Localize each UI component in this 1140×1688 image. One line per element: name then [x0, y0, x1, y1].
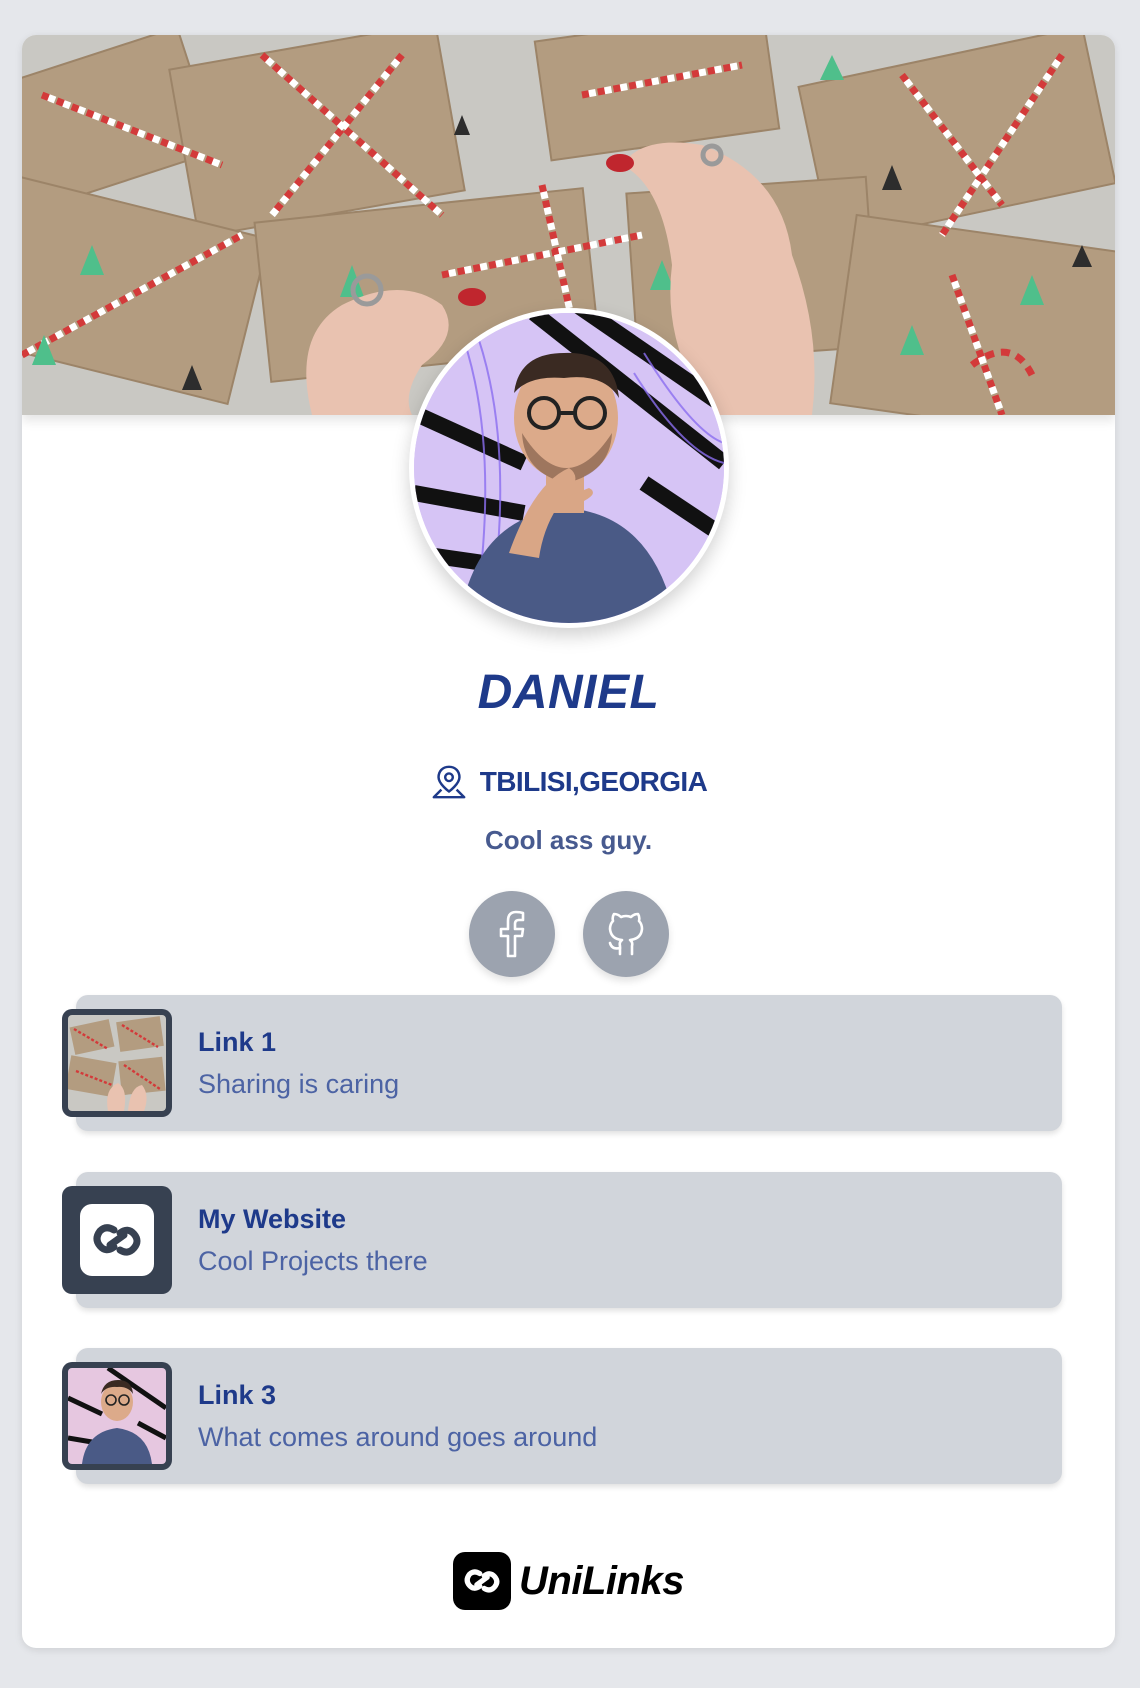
social-links: [22, 891, 1115, 977]
github-button[interactable]: [582, 891, 669, 977]
link-title: Link 1: [198, 1027, 277, 1057]
link-card[interactable]: [76, 1172, 1062, 1308]
link-title: My Website: [198, 1204, 347, 1234]
link-subtitle: Sharing is caring: [198, 1069, 400, 1099]
profile-avatar: [409, 308, 729, 628]
link-thumbnail: [62, 1186, 172, 1294]
brand-logo-icon: [453, 1552, 512, 1610]
location-text: TBILISI,GEORGIA: [479, 766, 708, 797]
link-item-3[interactable]: Link 3 What comes around goes around: [62, 1348, 1062, 1484]
map-pin-icon: [432, 765, 466, 799]
brand-name: UniLinks: [519, 1558, 684, 1603]
profile-location: TBILISI,GEORGIA: [22, 763, 1115, 801]
link-card[interactable]: [76, 995, 1062, 1131]
link-thumbnail: [62, 1009, 172, 1117]
link-subtitle: What comes around goes around: [198, 1422, 598, 1452]
profile-card: DANIEL TBILISI,GEORGIA Cool ass guy. Lin…: [22, 35, 1115, 1648]
facebook-icon: [499, 910, 524, 958]
link-card[interactable]: [76, 1348, 1062, 1484]
link-item-1[interactable]: Link 1 Sharing is caring: [62, 995, 1062, 1131]
profile-name: DANIEL: [477, 666, 660, 719]
link-subtitle: Cool Projects there: [198, 1246, 428, 1276]
link-title: Link 3: [198, 1380, 277, 1410]
link-thumbnail: [62, 1362, 172, 1470]
profile-bio: Cool ass guy.: [484, 825, 653, 855]
github-icon: [608, 912, 643, 956]
link-logo-icon: [93, 1224, 141, 1256]
link-item-2[interactable]: My Website Cool Projects there: [62, 1172, 1062, 1308]
facebook-button[interactable]: [468, 891, 555, 977]
footer-brand[interactable]: UniLinks: [22, 1552, 1115, 1610]
